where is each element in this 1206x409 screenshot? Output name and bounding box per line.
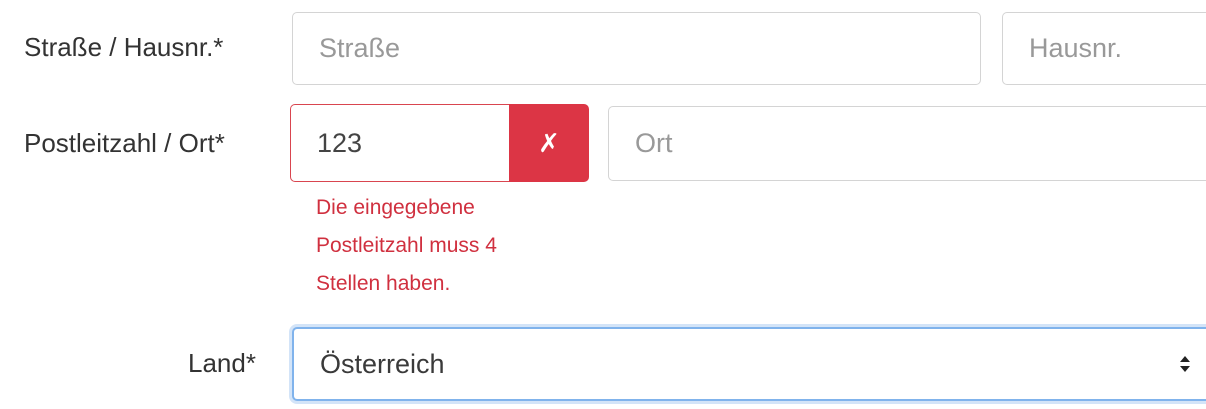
country-select[interactable]: Österreich [292,327,1206,401]
country-label: Land* [188,348,256,378]
city-input[interactable]: Ort [608,106,1206,181]
city-placeholder: Ort [635,128,673,158]
zip-input[interactable]: 123 [290,104,510,182]
sort-arrows-icon [1180,356,1190,372]
street-label: Straße / Hausnr.* [24,32,224,62]
zip-city-label: Postleitzahl / Ort* [24,128,225,158]
country-value: Österreich [320,348,445,379]
street-input[interactable]: Straße [292,12,981,85]
house-number-placeholder: Hausnr. [1029,33,1123,63]
zip-value: 123 [317,127,363,158]
zip-error-addon: ✗ [509,104,589,182]
cross-icon: ✗ [538,127,560,158]
address-form: Straße / Hausnr.* Straße Hausnr. Postlei… [0,0,1206,409]
zip-error-message: Die eingegebene Postleitzahl muss 4 Stel… [316,189,576,303]
zip-error-line-1: Die eingegebene [316,196,475,219]
zip-error-line-3: Stellen haben. [316,272,451,295]
house-number-input[interactable]: Hausnr. [1002,12,1206,85]
zip-error-line-2: Postleitzahl muss 4 [316,234,497,257]
street-placeholder: Straße [319,33,401,63]
